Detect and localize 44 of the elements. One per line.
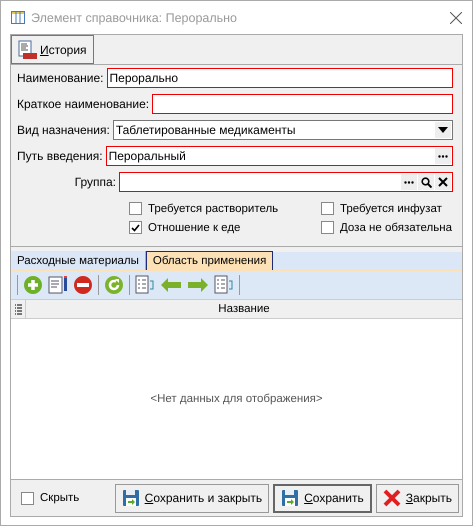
close-button[interactable]: Закрыть <box>376 484 459 512</box>
checkbox-label: Требуется растворитель <box>148 202 278 214</box>
save-icon <box>281 489 300 507</box>
checkbox[interactable] <box>321 221 334 234</box>
tab[interactable]: Область применения <box>146 251 274 270</box>
empty-message: <Нет данных для отображения> <box>150 393 323 405</box>
field-label: Путь введения: <box>16 149 103 163</box>
tab[interactable]: Расходные материалы <box>11 251 146 270</box>
field-label: Вид назначения: <box>16 123 110 137</box>
dropdown-field[interactable]: Таблетированные медикаменты <box>112 120 453 140</box>
table-icon <box>11 11 25 24</box>
checkbox-label: Отношение к еде <box>148 222 240 234</box>
clear-button[interactable] <box>435 174 451 190</box>
search-button[interactable] <box>418 174 434 190</box>
close-icon[interactable] <box>450 12 462 24</box>
edit-icon[interactable] <box>48 275 68 295</box>
history-button[interactable]: История <box>11 35 94 64</box>
input-field[interactable]: Пероральный <box>106 146 453 166</box>
input-field[interactable] <box>119 172 453 192</box>
list-icon[interactable] <box>214 275 234 295</box>
window-title: Элемент справочника: Перорально <box>31 10 238 24</box>
checkbox[interactable] <box>129 221 142 234</box>
list-icon[interactable] <box>135 275 155 295</box>
delete-icon[interactable] <box>73 275 93 295</box>
ellipsis-icon[interactable] <box>438 154 448 158</box>
log-icon <box>18 40 38 60</box>
checkbox[interactable] <box>129 202 142 215</box>
input-field[interactable] <box>152 94 453 114</box>
checkbox-label: Требуется инфузат <box>340 202 442 214</box>
ellipsis-icon[interactable] <box>404 180 414 184</box>
field-label: Наименование: <box>16 71 104 85</box>
input-field[interactable]: Перорально <box>106 68 453 88</box>
save-icon <box>122 489 140 507</box>
field-label: Краткое наименование: <box>16 97 150 111</box>
close-icon <box>382 489 401 507</box>
add-icon[interactable] <box>23 275 43 295</box>
checkbox[interactable] <box>21 492 34 504</box>
field-label: Группа: <box>74 175 116 189</box>
checkbox-label: Доза не обязательна <box>340 222 452 234</box>
dropdown-arrow-icon[interactable] <box>438 127 448 133</box>
save-close-button[interactable]: Сохранить и закрыть <box>114 484 270 512</box>
save-button[interactable]: Сохранить <box>273 484 372 512</box>
checkbox[interactable] <box>321 202 334 215</box>
checkbox-label: Скрыть <box>40 492 80 504</box>
